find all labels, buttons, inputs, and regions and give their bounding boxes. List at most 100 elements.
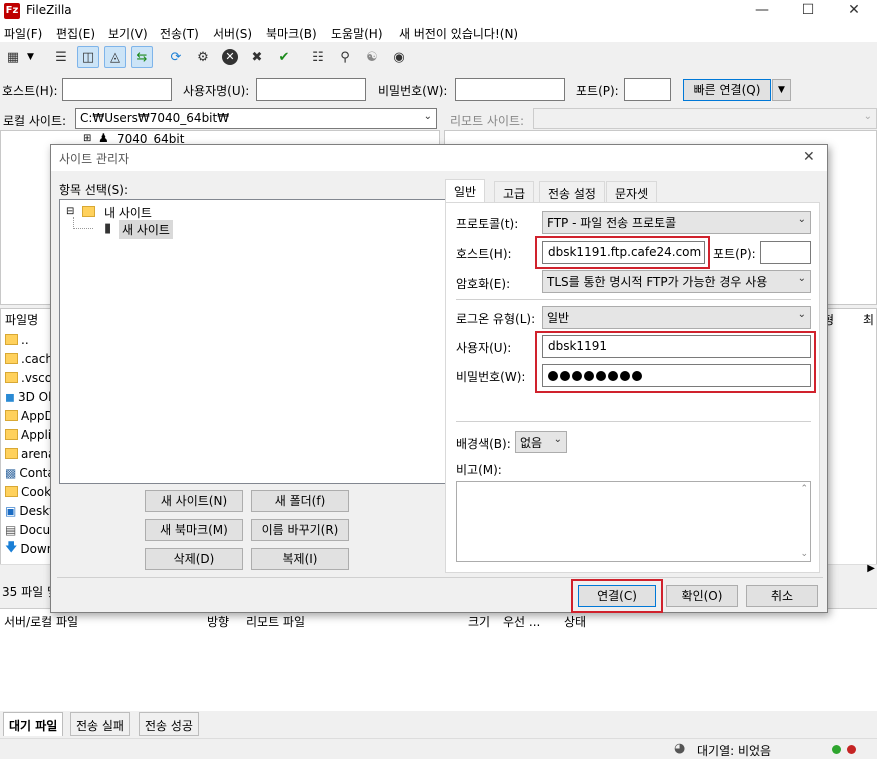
- local-path-combo[interactable]: C:₩Users₩7040_64bit₩ ⌄: [75, 108, 437, 129]
- logon-type-select[interactable]: 일반 ⌄: [542, 306, 811, 329]
- remote-path-combo[interactable]: ⌄: [533, 108, 877, 129]
- logon-type-label: 로그온 유형(L):: [456, 312, 536, 326]
- list-item[interactable]: ◼ 3D Ol: [5, 387, 51, 406]
- site-manager-icon[interactable]: ▦: [2, 46, 24, 68]
- folder-icon: [5, 410, 18, 421]
- tree-root-my-sites[interactable]: 내 사이트: [104, 204, 152, 221]
- tab-successful-transfers[interactable]: 전송 성공: [139, 712, 199, 736]
- list-item[interactable]: ▣ Deskt: [5, 501, 54, 520]
- scroll-up-icon[interactable]: ⌃: [800, 484, 808, 494]
- password-input[interactable]: [542, 364, 811, 387]
- column-permissions[interactable]: 최: [863, 311, 874, 328]
- queue-col-size[interactable]: 크기: [468, 613, 490, 630]
- tab-queued-files[interactable]: 대기 파일: [3, 712, 64, 736]
- comment-textarea[interactable]: ⌃ ⌄: [456, 481, 811, 562]
- scroll-right-icon[interactable]: ▶: [867, 563, 875, 574]
- encryption-value: TLS를 통한 명시적 FTP가 가능한 경우 사용: [547, 275, 768, 289]
- quick-connect-dropdown[interactable]: ▼: [772, 79, 791, 101]
- local-site-label: 로컬 사이트:: [3, 114, 67, 128]
- user-input[interactable]: dbsk1191: [542, 335, 811, 358]
- menu-file[interactable]: 파일(F): [4, 25, 42, 42]
- upload-indicator-icon: [832, 745, 841, 754]
- menu-server[interactable]: 서버(S): [213, 25, 252, 42]
- local-tree-icon[interactable]: ◫: [77, 46, 99, 68]
- protocol-select[interactable]: FTP - 파일 전송 프로토콜 ⌄: [542, 211, 811, 234]
- encryption-select[interactable]: TLS를 통한 명시적 FTP가 가능한 경우 사용 ⌄: [542, 270, 811, 293]
- downloads-icon: 🡇: [5, 540, 18, 554]
- user-folder-icon: ♟: [98, 131, 109, 145]
- column-filename[interactable]: 파일명: [5, 311, 38, 328]
- menu-transfer[interactable]: 전송(T): [160, 25, 199, 42]
- minimize-button[interactable]: —: [739, 0, 785, 22]
- list-item[interactable]: 🡇 Down: [5, 539, 54, 558]
- chevron-down-icon: ⌄: [797, 273, 806, 284]
- quick-port-input[interactable]: [624, 78, 671, 101]
- chevron-down-icon[interactable]: ▼: [27, 52, 34, 62]
- menu-view[interactable]: 보기(V): [108, 25, 148, 42]
- new-folder-button[interactable]: 새 폴더(f): [251, 490, 349, 512]
- transfer-queue-icon[interactable]: ⇆: [131, 46, 153, 68]
- tab-failed-transfers[interactable]: 전송 실패: [70, 712, 130, 736]
- tab-transfer-settings[interactable]: 전송 설정: [539, 181, 605, 202]
- menu-bar: 파일(F) 편집(E) 보기(V) 전송(T) 서버(S) 북마크(B) 도움말…: [0, 22, 877, 42]
- collapse-icon[interactable]: ⊟: [66, 206, 74, 217]
- toolbar: ▦ ▼ ☰ ◫ ◬ ⇆ ⟳ ⚙ ✕ ✖ ✔ ☷ ⚲ ☯ ◉: [0, 42, 877, 74]
- port-input[interactable]: [760, 241, 811, 264]
- rename-button[interactable]: 이름 바꾸기(R): [251, 519, 349, 541]
- list-item[interactable]: ▤ Docu: [5, 520, 50, 539]
- close-icon[interactable]: ✕: [803, 149, 815, 165]
- quick-username-input[interactable]: [256, 78, 366, 101]
- list-item[interactable]: arena: [5, 444, 55, 463]
- ok-button[interactable]: 확인(O): [666, 585, 738, 607]
- cancel-icon[interactable]: ✕: [219, 46, 241, 68]
- tab-general[interactable]: 일반: [445, 179, 486, 203]
- queue-col-priority[interactable]: 우선 ...: [503, 613, 540, 630]
- search-icon[interactable]: ⚲: [334, 46, 356, 68]
- queue-col-status[interactable]: 상태: [564, 613, 586, 630]
- menu-new-version[interactable]: 새 버전이 있습니다!(N): [399, 25, 518, 42]
- disconnect-icon[interactable]: ✖: [246, 46, 268, 68]
- expand-icon[interactable]: ⊞: [83, 133, 91, 144]
- sync-icon[interactable]: ☯: [361, 46, 383, 68]
- tab-charset[interactable]: 문자셋: [606, 181, 658, 202]
- list-item[interactable]: AppD: [5, 406, 54, 425]
- queue-col-server-file[interactable]: 서버/로컬 파일: [4, 613, 78, 630]
- binoculars-icon[interactable]: ◉: [388, 46, 410, 68]
- chevron-down-icon: ⌄: [553, 434, 562, 445]
- tab-advanced[interactable]: 고급: [494, 181, 535, 202]
- quick-host-input[interactable]: [62, 78, 172, 101]
- process-queue-icon[interactable]: ⚙: [192, 46, 214, 68]
- new-bookmark-button[interactable]: 새 북마크(M): [145, 519, 243, 541]
- password-dot: [608, 371, 618, 381]
- quick-connect-button[interactable]: 빠른 연결(Q): [683, 79, 771, 101]
- scroll-down-icon[interactable]: ⌄: [800, 549, 808, 559]
- site-tree: ⊟ 내 사이트 ▮ 새 사이트: [59, 199, 481, 484]
- menu-help[interactable]: 도움말(H): [331, 25, 383, 42]
- reconnect-icon[interactable]: ✔: [273, 46, 295, 68]
- remote-tree-icon[interactable]: ◬: [104, 46, 126, 68]
- new-site-button[interactable]: 새 사이트(N): [145, 490, 243, 512]
- download-indicator-icon: [847, 745, 856, 754]
- queue-col-direction[interactable]: 방향: [207, 613, 229, 630]
- duplicate-button[interactable]: 복제(I): [251, 548, 349, 570]
- list-item[interactable]: ..: [5, 330, 29, 349]
- quick-password-input[interactable]: [455, 78, 565, 101]
- list-item-label: Docu: [19, 522, 51, 537]
- list-item[interactable]: Cooki: [5, 482, 54, 501]
- queue-col-remote-file[interactable]: 리모트 파일: [246, 613, 305, 630]
- cancel-button[interactable]: 취소: [746, 585, 818, 607]
- menu-edit[interactable]: 편집(E): [56, 25, 95, 42]
- host-input[interactable]: dbsk1191.ftp.cafe24.com: [542, 241, 705, 264]
- bgcolor-select[interactable]: 없음 ⌄: [515, 431, 567, 453]
- folder-icon: [5, 372, 18, 383]
- menu-bookmarks[interactable]: 북마크(B): [266, 25, 317, 42]
- delete-button[interactable]: 삭제(D): [145, 548, 243, 570]
- message-log-icon[interactable]: ☰: [50, 46, 72, 68]
- connect-button[interactable]: 연결(C): [578, 585, 656, 607]
- refresh-icon[interactable]: ⟳: [165, 46, 187, 68]
- list-item[interactable]: ▩ Conta: [5, 463, 55, 482]
- maximize-button[interactable]: ☐: [785, 0, 831, 22]
- tree-item-new-site[interactable]: 새 사이트: [119, 220, 173, 239]
- filter-icon[interactable]: ☷: [307, 46, 329, 68]
- close-window-button[interactable]: ✕: [831, 0, 877, 22]
